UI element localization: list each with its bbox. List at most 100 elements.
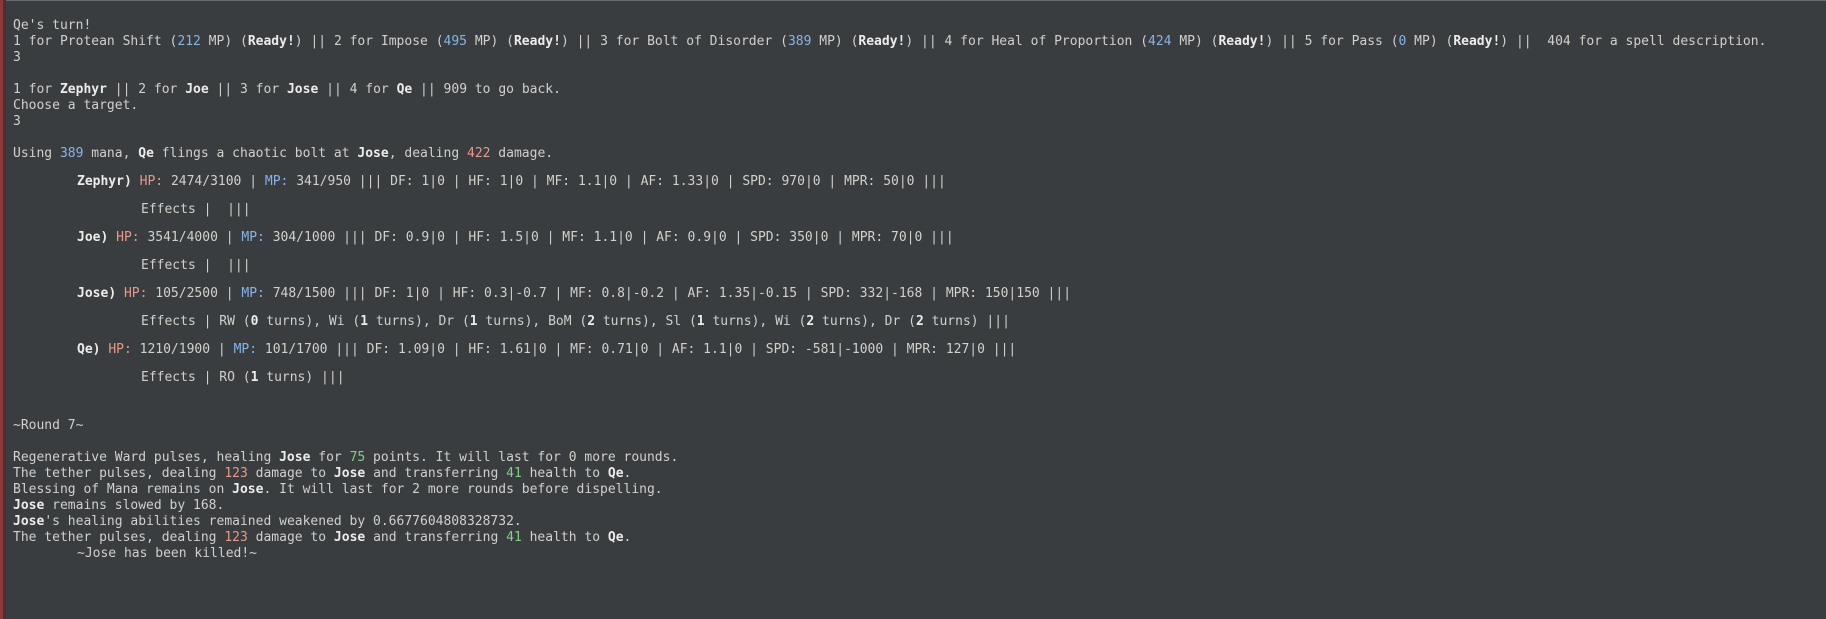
cast-action: flings a chaotic bolt at	[161, 146, 350, 161]
mp-label: MP:	[241, 286, 265, 301]
hp-label: HP:	[139, 174, 164, 189]
spell-number: 2	[333, 34, 342, 49]
spell-options-line: 1 for Protean Shift (212 MP) (Ready!) ||…	[13, 34, 1767, 49]
spell-description-hint: 404 for a spell description.	[1547, 34, 1767, 49]
character-stats-row: Joe) HP: 3541/4000 | MP: 304/1000 ||| DF…	[77, 230, 954, 245]
spell-name: Impose	[380, 34, 428, 49]
target-number: 1	[13, 82, 21, 97]
cast-target: Jose	[357, 146, 389, 161]
character-name-paren: )	[123, 174, 132, 189]
mp-value: 341/950	[296, 174, 351, 189]
character-effects-row: Effects | RW (0 turns), Wi (1 turns), Dr…	[141, 314, 1010, 329]
character-name: Joe	[77, 230, 101, 245]
cast-result-line: Using 389 mana, Qe flings a chaotic bolt…	[13, 146, 554, 161]
hp-label: HP:	[123, 286, 148, 301]
mp-value: 101/1700	[264, 342, 328, 357]
killed-line: ~Jose has been killed!~	[77, 546, 258, 561]
spell-number: 1	[13, 34, 21, 49]
spell-name: Heal of Proportion	[991, 34, 1133, 49]
target-number: 2	[138, 82, 147, 97]
hp-value: 105/2500	[155, 286, 218, 301]
mp-label: MP:	[264, 174, 289, 189]
window-left-border-inner	[3, 0, 6, 619]
log-line-6: The tether pulses, dealing 123 damage to…	[13, 530, 632, 545]
log-line-2: The tether pulses, dealing 123 damage to…	[13, 466, 632, 481]
spell-number: 3	[600, 34, 608, 49]
character-name: Jose	[77, 286, 109, 301]
target-number: 3	[240, 82, 248, 97]
target-name: Qe	[396, 82, 413, 97]
character-status-block: Zephyr) HP: 2474/3100 | MP: 341/950 ||| …	[13, 174, 1816, 386]
effect-turns: 2	[587, 314, 596, 329]
effect-name: Sl	[665, 314, 682, 329]
user-input-target: 3	[13, 114, 21, 129]
stat-values: DF: 1|0 | HF: 0.3|-0.7 | MF: 0.8|-0.2 | …	[374, 286, 1072, 301]
effect-turns: 1	[696, 314, 705, 329]
hp-label: HP:	[116, 230, 140, 245]
spell-mp-cost: 212	[177, 34, 201, 49]
log-line-3: Blessing of Mana remains on Jose. It wil…	[13, 482, 663, 497]
effect-turns: 1	[360, 314, 369, 329]
turn-line: Qe's turn!	[13, 18, 92, 33]
spell-number: 5	[1304, 34, 1313, 49]
round-header: ~Round 7~	[13, 418, 84, 433]
mp-value: 304/1000	[272, 230, 336, 245]
choose-target-prompt: Choose a target.	[13, 98, 139, 113]
target-number: 4	[349, 82, 358, 97]
character-effects-row: Effects | |||	[141, 258, 251, 273]
spell-status: Ready!	[858, 34, 906, 49]
effect-name: Dr	[884, 314, 901, 329]
mp-label: MP:	[233, 342, 258, 357]
hp-label: HP:	[108, 342, 132, 357]
target-options-line: 1 for Zephyr || 2 for Joe || 3 for Jose …	[13, 82, 561, 97]
stat-values: DF: 1.09|0 | HF: 1.61|0 | MF: 0.71|0 | A…	[366, 342, 1017, 357]
character-effects-row: Effects | |||	[141, 202, 251, 217]
mp-value: 748/1500	[272, 286, 336, 301]
effect-name: BoM	[548, 314, 572, 329]
effect-name: Dr	[438, 314, 455, 329]
effect-turns: 2	[806, 314, 815, 329]
character-name-paren: )	[108, 286, 117, 301]
spell-status: Ready!	[247, 34, 295, 49]
spell-status: Ready!	[513, 34, 561, 49]
target-name: Jose	[286, 82, 319, 97]
character-stats-row: Zephyr) HP: 2474/3100 | MP: 341/950 ||| …	[77, 174, 946, 189]
spell-status: Ready!	[1218, 34, 1266, 49]
log-line-1: Regenerative Ward pulses, healing Jose f…	[13, 450, 679, 465]
cast-damage: 422	[467, 146, 491, 161]
character-name: Qe	[77, 342, 93, 357]
spell-mp-cost: 0	[1398, 34, 1407, 49]
effect-name: RO	[219, 370, 235, 385]
effect-turns: 0	[250, 314, 259, 329]
hp-value: 1210/1900	[139, 342, 211, 357]
mp-label: MP:	[241, 230, 265, 245]
character-name-paren: )	[92, 342, 101, 357]
character-stats-row: Qe) HP: 1210/1900 | MP: 101/1700 ||| DF:…	[77, 342, 1017, 357]
stat-values: DF: 0.9|0 | HF: 1.5|0 | MF: 1.1|0 | AF: …	[374, 230, 954, 245]
user-input-spell: 3	[13, 50, 21, 65]
spell-mp-cost: 495	[443, 34, 468, 49]
effect-name: Wi	[775, 314, 791, 329]
cast-caster: Qe	[138, 146, 154, 161]
cast-mana: 389	[59, 146, 84, 161]
effect-turns: 1	[250, 370, 259, 385]
window-top-border	[0, 0, 1826, 1]
character-name: Zephyr	[77, 174, 124, 189]
spell-name: Pass	[1351, 34, 1383, 49]
hp-value: 3541/4000	[147, 230, 218, 245]
spell-number: 4	[944, 34, 953, 49]
spell-mp-cost: 389	[787, 34, 812, 49]
character-name-paren: )	[100, 230, 109, 245]
hp-value: 2474/3100	[170, 174, 242, 189]
character-stats-row: Jose) HP: 105/2500 | MP: 748/1500 ||| DF…	[77, 286, 1072, 301]
spell-name: Bolt of Disorder	[647, 34, 773, 49]
spell-name: Protean Shift	[59, 34, 162, 49]
effect-turns: 2	[915, 314, 924, 329]
log-line-5: Jose's healing abilities remained weaken…	[13, 514, 522, 529]
target-name: Zephyr	[59, 82, 107, 97]
effect-name: RW	[219, 314, 235, 329]
effect-turns: 1	[469, 314, 478, 329]
terminal-output: Qe's turn! 1 for Protean Shift (212 MP) …	[13, 18, 1816, 562]
spell-status: Ready!	[1453, 34, 1501, 49]
target-name: Joe	[185, 82, 209, 97]
